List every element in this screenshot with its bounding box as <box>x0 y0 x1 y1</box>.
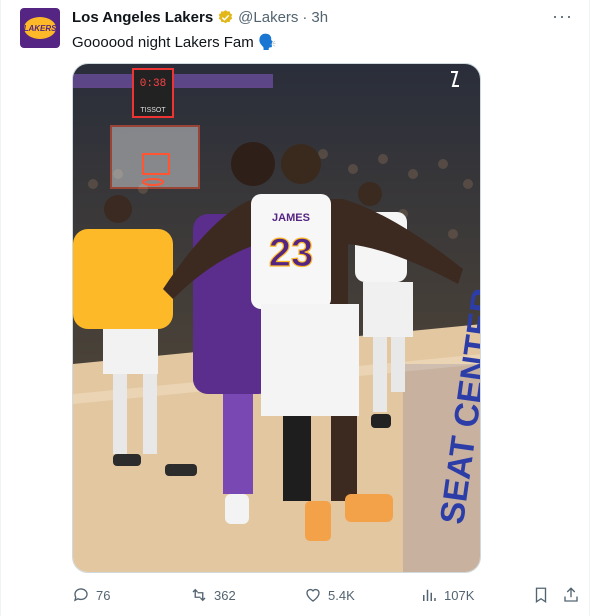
tissot-board: TISSOT <box>140 107 166 114</box>
heart-icon <box>306 588 320 602</box>
more-options-icon[interactable]: ··· <box>552 6 573 27</box>
bookmark-icon <box>535 587 547 604</box>
tweet-photo[interactable]: 0:38 TISSOT JAMES 23 SEAT CENTER <box>72 63 481 573</box>
views-count: 107K <box>444 587 475 603</box>
verified-badge-icon <box>218 10 233 24</box>
shot-clock: 0:38 <box>140 78 166 90</box>
separator-dot: · <box>302 9 308 26</box>
reply-icon <box>73 588 88 602</box>
share-button[interactable] <box>562 586 580 604</box>
jersey-number: 23 <box>269 231 314 275</box>
retweet-icon <box>192 588 206 602</box>
tweet-text: Goooood night Lakers Fam 🗣️ <box>72 34 277 51</box>
tweet-actions: 76 362 5.4K 107K <box>72 586 580 604</box>
tweet-header: Los Angeles Lakers @Lakers · 3h <box>72 9 328 26</box>
author-name[interactable]: Los Angeles Lakers <box>72 9 213 26</box>
author-handle[interactable]: @Lakers <box>238 9 298 26</box>
share-icon <box>564 587 578 602</box>
jersey-name: JAMES <box>272 212 310 224</box>
like-count: 5.4K <box>328 587 355 603</box>
bookmark-button[interactable] <box>532 586 550 604</box>
retweet-button[interactable]: 362 <box>190 586 304 604</box>
reply-button[interactable]: 76 <box>72 586 190 604</box>
tweet-time[interactable]: 3h <box>311 9 328 26</box>
avatar[interactable]: LAKERS <box>20 8 60 48</box>
photo-illustration: 0:38 TISSOT JAMES 23 SEAT CENTER <box>73 64 480 572</box>
tweet-card[interactable]: LAKERS Los Angeles Lakers @Lakers · 3h ·… <box>0 0 590 616</box>
lakers-logo: LAKERS <box>24 17 56 39</box>
reply-count: 76 <box>96 587 111 603</box>
views-icon <box>423 589 436 601</box>
views-button[interactable]: 107K <box>420 586 520 604</box>
retweet-count: 362 <box>214 587 236 603</box>
like-button[interactable]: 5.4K <box>304 586 420 604</box>
